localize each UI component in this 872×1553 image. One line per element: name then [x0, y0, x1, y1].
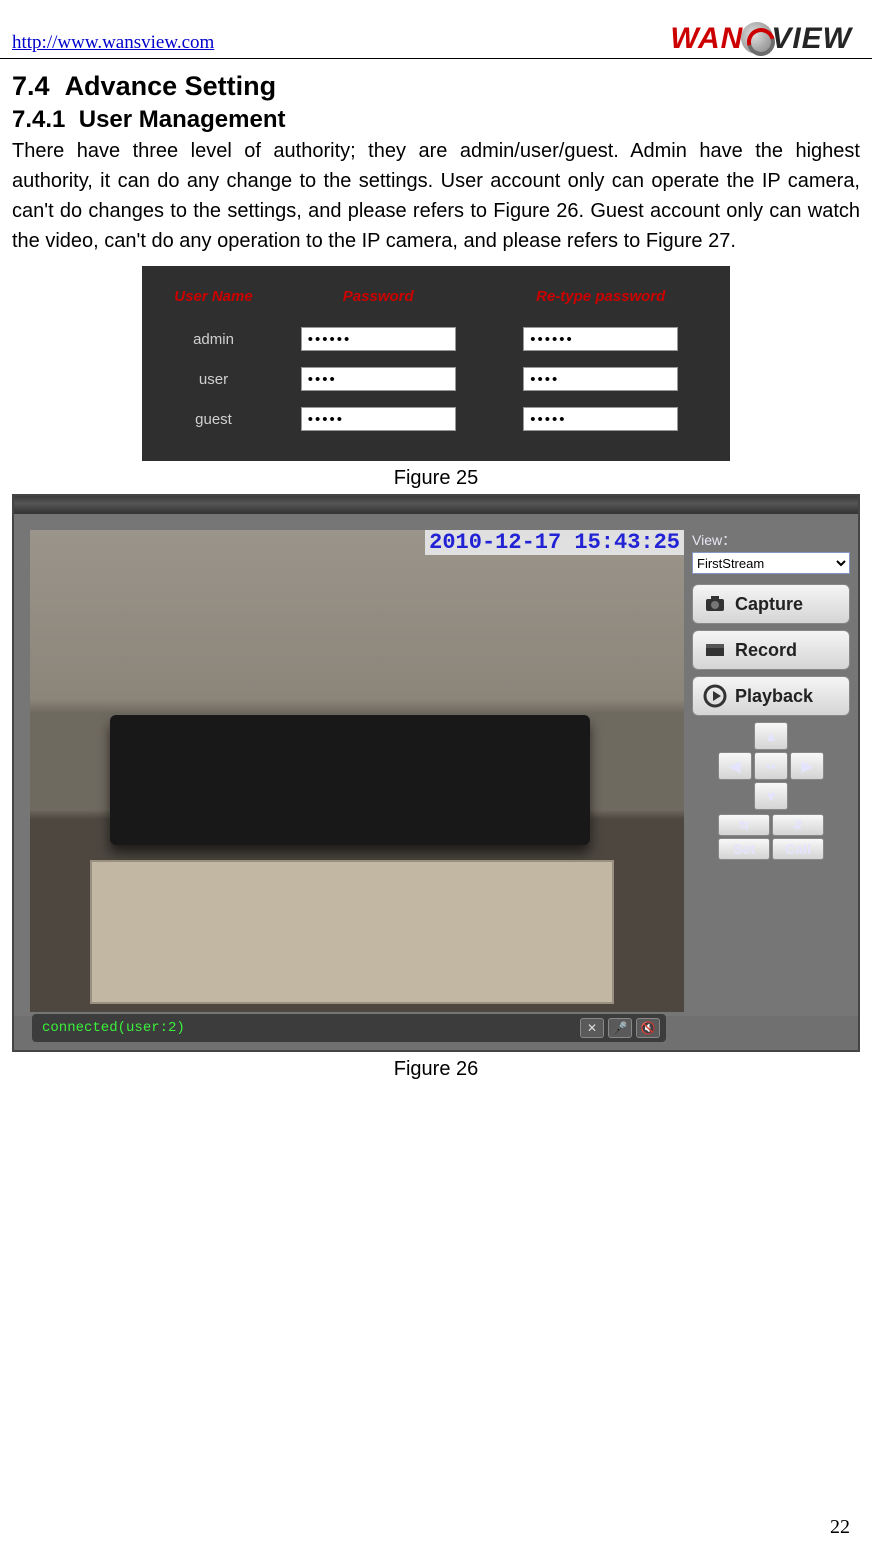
preset-set-button[interactable]: Set [718, 838, 770, 860]
page-header: http://www.wansview.com WANVIEW [0, 0, 872, 59]
table-row: guest [160, 399, 712, 439]
password-input[interactable] [301, 407, 456, 431]
ptz-right-button[interactable]: ▶ [790, 752, 824, 780]
ptz-pad: ▲ ◀ ▪▪ ▶ ▼ [692, 722, 850, 810]
camera-icon [701, 590, 729, 618]
camera-scene [30, 530, 684, 1012]
play-icon [701, 682, 729, 710]
retype-password-input[interactable] [523, 327, 678, 351]
table-row: user [160, 359, 712, 399]
record-button[interactable]: Record [692, 630, 850, 670]
capture-button[interactable]: Capture [692, 584, 850, 624]
scene-object [320, 910, 372, 930]
section-heading: 7.4 Advance Setting [12, 71, 860, 102]
side-panel: View： FirstStream Capture Record [684, 530, 850, 1012]
figure-26-caption: Figure 26 [12, 1058, 860, 1081]
ptz-center-button[interactable]: ▪▪ [754, 752, 788, 780]
record-icon [701, 636, 729, 664]
retype-password-input[interactable] [523, 367, 678, 391]
video-timestamp: 2010-12-17 15:43:25 [425, 530, 684, 555]
logo-swirl-icon [741, 22, 773, 54]
status-bar: connected(user:2) ✕ 🎤 🔇 [32, 1014, 666, 1042]
ptz-up-button[interactable]: ▲ [754, 722, 788, 750]
brand-logo: WANVIEW [670, 22, 852, 54]
password-input[interactable] [301, 367, 456, 391]
col-username: User Name [160, 288, 267, 319]
video-panel[interactable]: 2010-12-17 15:43:25 [30, 530, 684, 1012]
playback-button[interactable]: Playback [692, 676, 850, 716]
ptz-zoom-out-button[interactable]: ⇆ [718, 814, 770, 836]
body-paragraph: There have three level of authority; the… [12, 136, 860, 256]
retype-password-input[interactable] [523, 407, 678, 431]
ptz-left-button[interactable]: ◀ [718, 752, 752, 780]
window-titlebar [14, 496, 858, 514]
header-link[interactable]: http://www.wansview.com [12, 32, 214, 54]
subsection-heading: 7.4.1 User Management [12, 106, 860, 134]
ptz-down-button[interactable]: ▼ [754, 782, 788, 810]
table-row: admin [160, 319, 712, 359]
username-cell: user [160, 359, 267, 399]
preset-call-button[interactable]: Call [772, 838, 824, 860]
figure-25-caption: Figure 25 [12, 467, 860, 490]
password-input[interactable] [301, 327, 456, 351]
view-select[interactable]: FirstStream [692, 552, 850, 574]
col-password: Password [267, 288, 489, 319]
col-retype-password: Re-type password [489, 288, 712, 319]
connection-status: connected(user:2) [42, 1020, 185, 1036]
ptz-zoom-in-button[interactable]: ⇵ [772, 814, 824, 836]
user-management-table: User Name Password Re-type password admi… [142, 266, 730, 461]
settings-icon[interactable]: ✕ [580, 1018, 604, 1038]
camera-viewer-window: 2010-12-17 15:43:25 View： FirstStream Ca… [12, 494, 860, 1052]
page-number: 22 [830, 1516, 850, 1539]
mic-mute-icon[interactable]: 🎤 [608, 1018, 632, 1038]
view-label: View： [692, 530, 850, 550]
speaker-mute-icon[interactable]: 🔇 [636, 1018, 660, 1038]
username-cell: admin [160, 319, 267, 359]
username-cell: guest [160, 399, 267, 439]
